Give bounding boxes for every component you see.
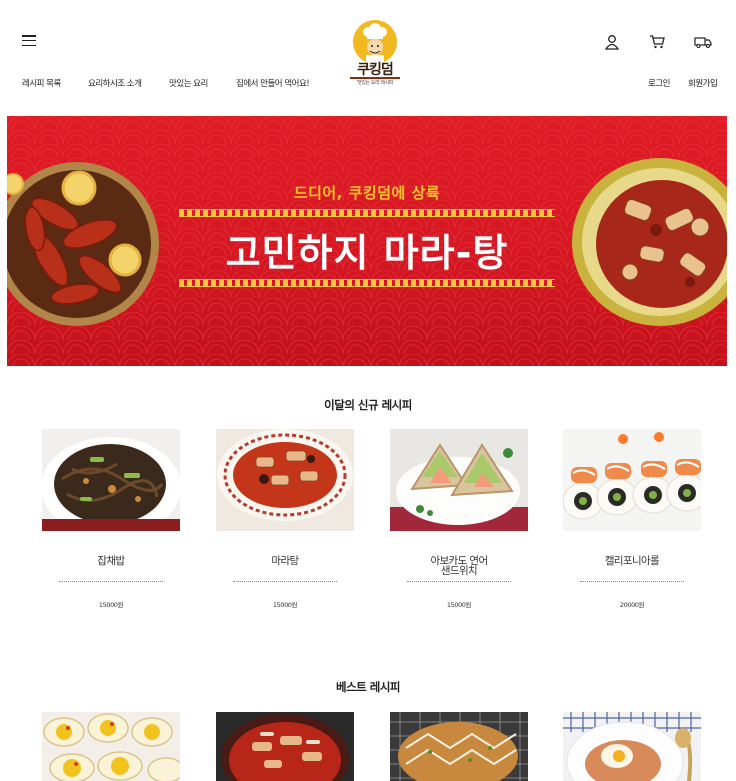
chef-icon — [353, 20, 397, 64]
banner-ornament-top — [179, 209, 555, 217]
recipe-name-text: 아보카도 연어 샌드위치 — [430, 555, 488, 577]
california-roll-image — [563, 429, 701, 531]
user-icon[interactable] — [604, 34, 622, 50]
card-divider — [580, 581, 684, 582]
recipe-price: 15000원 — [272, 601, 298, 609]
logo-name: 쿠킹덤 — [357, 62, 394, 78]
nav-home-cooking[interactable]: 집에서 만들어 먹어요! — [236, 77, 310, 89]
japchae-rice-image — [42, 429, 180, 531]
logo[interactable]: 쿠킹덤 맛있는 요리 레시피 — [346, 20, 404, 88]
recipe-name: 잡채밥 — [97, 555, 125, 567]
logo-tagline: 맛있는 요리 레시피 — [357, 80, 393, 86]
signup-link[interactable]: 회원가입 — [688, 77, 718, 89]
recipe-name: 마라탕 — [271, 555, 299, 567]
nav-recipe-list[interactable]: 레시피 목록 — [22, 77, 61, 89]
mala-soup-image — [216, 429, 354, 531]
menu-icon[interactable] — [22, 35, 36, 47]
best-recipes-title: 베스트 레시피 — [336, 680, 400, 694]
login-link[interactable]: 로그인 — [648, 77, 670, 89]
card-divider — [59, 581, 163, 582]
cart-icon[interactable] — [649, 34, 667, 50]
new-recipes-title: 이달의 신규 레시피 — [324, 398, 412, 412]
banner-subtitle: 드디어, 쿠킹덤에 상륙 — [293, 184, 441, 202]
nav-tasty-food[interactable]: 맛있는 요리 — [169, 77, 208, 89]
recipe-name: 아보카도 연어 샌드위치 — [380, 555, 538, 577]
card-divider — [407, 581, 511, 582]
delivery-icon[interactable] — [694, 34, 712, 50]
scallop-dish-image — [42, 712, 180, 781]
banner-title: 고민하지 마라-탕 — [225, 231, 509, 275]
banner-ornament-bottom — [179, 279, 555, 287]
nav-about[interactable]: 요리하시조 소개 — [88, 77, 142, 89]
egg-dish-image — [563, 712, 701, 781]
recipe-price: 20000원 — [619, 601, 645, 609]
spicy-stew-image — [216, 712, 354, 781]
card-divider — [233, 581, 337, 582]
okonomiyaki-image — [390, 712, 528, 781]
avocado-sandwich-image — [390, 429, 528, 531]
recipe-price: 15000원 — [98, 601, 124, 609]
promo-banner[interactable]: 드디어, 쿠킹덤에 상륙 고민하지 마라-탕 — [7, 116, 727, 366]
recipe-name: 캘리포니아롤 — [604, 555, 660, 567]
recipe-price: 15000원 — [446, 601, 472, 609]
